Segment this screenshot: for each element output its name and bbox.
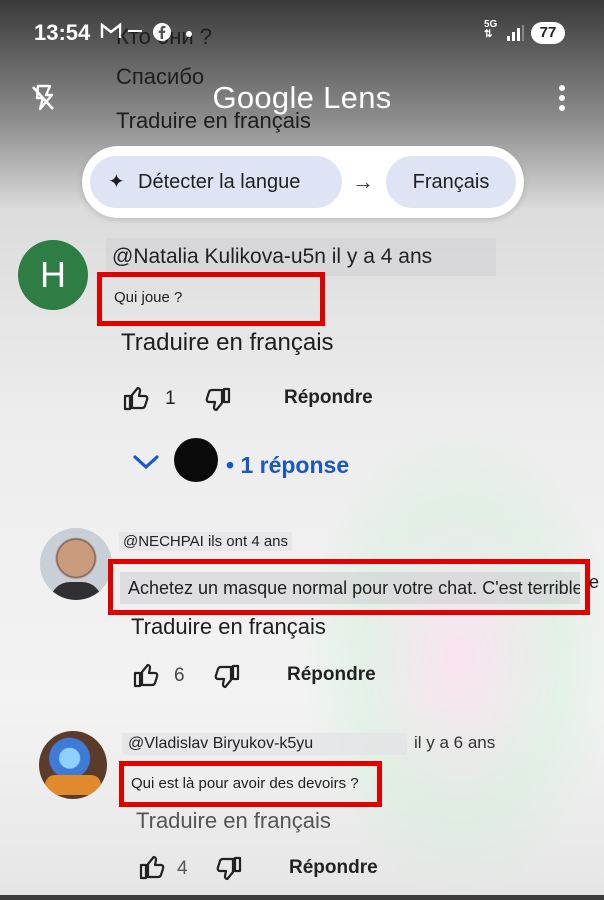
status-bar: 13:54 5G ⇅ 77 [0, 0, 604, 64]
like-count: 1 [165, 388, 176, 409]
lens-title: Google Lens [212, 80, 392, 115]
more-vert-icon[interactable] [552, 84, 572, 112]
reply-button[interactable]: Répondre [289, 857, 378, 879]
thumb-down-icon[interactable] [212, 663, 242, 696]
battery-indicator: 77 [531, 22, 565, 44]
thumb-down-icon[interactable] [214, 855, 244, 888]
thumb-down-icon[interactable] [203, 386, 233, 419]
rainbow-glare [300, 420, 604, 900]
comment-handle[interactable]: @Natalia Kulikova-u5n il y a 4 ans [106, 238, 496, 276]
language-selector: ✦ Détecter la langue → Français [82, 146, 524, 218]
sparkle-icon: ✦ [108, 171, 125, 193]
reply-avatar [174, 438, 218, 482]
reply-button[interactable]: Répondre [287, 664, 376, 686]
status-time: 13:54 [34, 20, 91, 45]
source-language-label: Détecter la langue [138, 171, 301, 193]
target-language-button[interactable]: Français [386, 156, 516, 208]
comment-overflow-text: e [589, 572, 600, 592]
thumb-up-icon[interactable] [131, 661, 161, 694]
avatar[interactable] [40, 528, 112, 600]
like-count: 6 [174, 665, 185, 686]
comment-text: Qui est là pour avoir des devoirs ? [131, 775, 359, 792]
translate-link[interactable]: Traduire en français [136, 808, 331, 834]
dash-icon [128, 30, 142, 32]
gmail-icon [100, 22, 122, 45]
thumb-up-icon[interactable] [137, 853, 167, 886]
network-indicator: 5G ⇅ [484, 19, 498, 40]
thumb-up-icon[interactable] [121, 384, 151, 417]
translate-link[interactable]: Traduire en français [131, 614, 326, 640]
avatar[interactable] [39, 731, 107, 799]
comment-handle[interactable]: @Vladislav Biryukov-k5yu [122, 733, 407, 755]
comment-age: il y a 6 ans [414, 733, 496, 752]
reply-button[interactable]: Répondre [284, 387, 373, 409]
notification-dot-icon [186, 31, 192, 37]
chevron-down-icon[interactable] [132, 452, 160, 477]
arrow-right-icon: → [352, 169, 374, 194]
comment-text: Qui joue ? [114, 289, 183, 306]
facebook-icon [152, 22, 172, 47]
signal-icon [506, 24, 524, 47]
translate-link[interactable]: Traduire en français [121, 329, 334, 357]
comment-handle[interactable]: @NECHPAI ils ont 4 ans [119, 532, 293, 551]
like-count: 4 [177, 858, 188, 879]
avatar[interactable]: H [18, 240, 88, 310]
detect-language-button[interactable]: ✦ Détecter la langue [90, 156, 342, 208]
comment-text: Achetez un masque normal pour votre chat… [120, 572, 580, 604]
replies-link[interactable]: • 1 réponse [226, 452, 349, 479]
